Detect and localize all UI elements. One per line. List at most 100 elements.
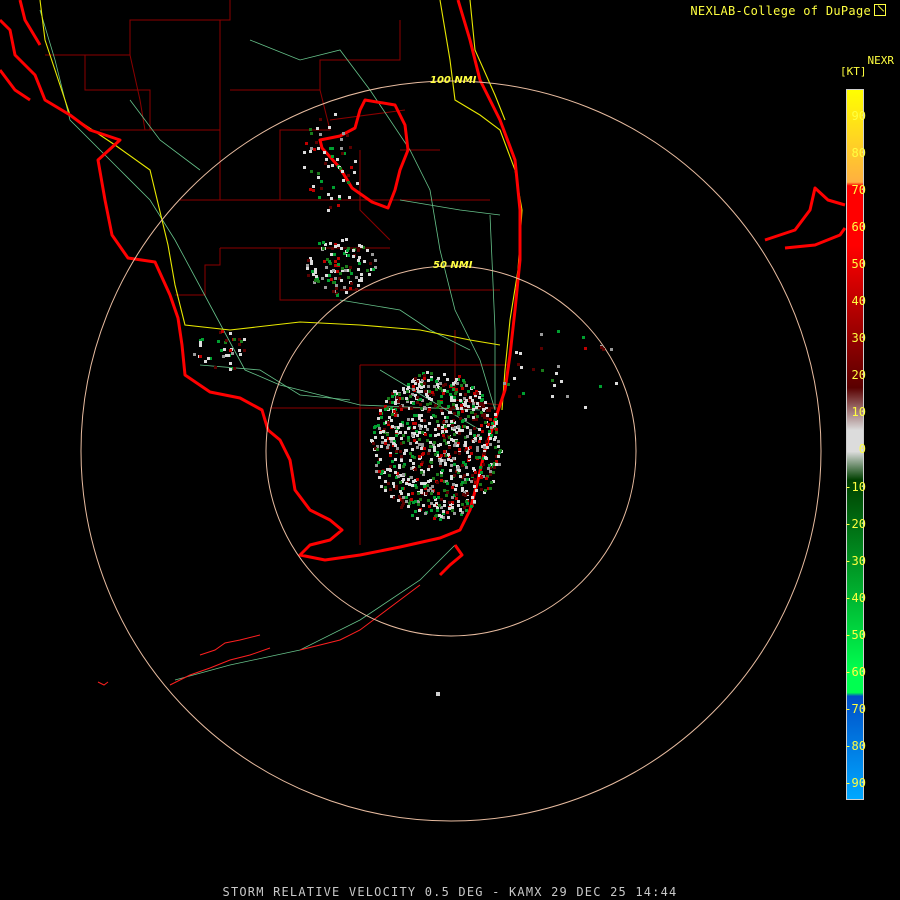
velocity-bin — [452, 403, 455, 406]
velocity-bin — [440, 479, 443, 482]
velocity-bin — [437, 401, 440, 404]
velocity-bin — [466, 451, 469, 454]
velocity-bin — [485, 457, 488, 460]
radar-map: 100 NMI 50 NMI — [0, 0, 847, 822]
velocity-bin — [423, 382, 426, 385]
velocity-bin — [400, 455, 403, 458]
velocity-bin — [444, 462, 447, 465]
velocity-bin — [475, 489, 478, 492]
velocity-bin — [447, 453, 450, 456]
velocity-bin — [358, 279, 361, 282]
velocity-bin — [450, 399, 453, 402]
velocity-bin — [311, 270, 314, 273]
velocity-bin — [413, 432, 416, 435]
velocity-bin — [393, 390, 396, 393]
legend-tick: -20 — [844, 516, 866, 531]
velocity-bin — [451, 496, 454, 499]
velocity-bin — [223, 348, 226, 351]
velocity-bin — [433, 449, 436, 452]
velocity-bin — [416, 434, 419, 437]
velocity-bin — [386, 407, 389, 410]
velocity-bin — [456, 407, 459, 410]
velocity-bin — [448, 507, 451, 510]
velocity-bin — [357, 268, 360, 271]
velocity-bin — [455, 484, 458, 487]
velocity-bin — [436, 481, 439, 484]
velocity-bin — [389, 488, 392, 491]
velocity-bin — [373, 426, 376, 429]
velocity-bin — [437, 377, 440, 380]
velocity-bin — [334, 260, 337, 263]
velocity-bin — [384, 439, 387, 442]
velocity-bin — [429, 441, 432, 444]
velocity-bin — [389, 437, 392, 440]
velocity-bin — [394, 414, 397, 417]
velocity-bin — [309, 128, 312, 131]
velocity-bin — [405, 482, 408, 485]
velocity-bin — [399, 481, 402, 484]
velocity-bin — [392, 437, 395, 440]
velocity-bin — [416, 478, 419, 481]
velocity-bin — [476, 415, 479, 418]
velocity-bin — [515, 351, 518, 354]
velocity-bin — [350, 282, 353, 285]
velocity-bin — [312, 189, 315, 192]
legend-tick: 90 — [851, 109, 866, 123]
velocity-bin — [461, 487, 464, 490]
velocity-bin — [444, 425, 447, 428]
resize-icon[interactable] — [874, 4, 886, 16]
velocity-bin — [461, 503, 464, 506]
legend-tick: 20 — [851, 368, 866, 383]
velocity-bin — [446, 482, 449, 485]
velocity-bin — [220, 349, 223, 352]
velocity-bin — [453, 463, 456, 466]
velocity-bin — [375, 470, 378, 473]
velocity-bin — [490, 434, 493, 437]
velocity-bin — [204, 360, 207, 363]
velocity-bin — [342, 179, 345, 182]
velocity-bin — [229, 349, 232, 352]
velocity-bin — [399, 450, 402, 453]
velocity-bin — [435, 388, 438, 391]
velocity-bin — [423, 374, 426, 377]
velocity-bin — [317, 280, 320, 283]
velocity-bin — [393, 410, 396, 413]
velocity-bin — [396, 447, 399, 450]
velocity-bin — [369, 262, 372, 265]
velocity-bin — [396, 396, 399, 399]
velocity-bin — [225, 354, 228, 357]
velocity-bin — [433, 517, 436, 520]
legend-tick: 0 — [858, 442, 866, 457]
velocity-bin — [424, 425, 427, 428]
velocity-bin — [467, 390, 470, 393]
velocity-bin — [493, 466, 496, 469]
velocity-bin — [240, 340, 243, 343]
velocity-bin — [488, 430, 491, 433]
velocity-bin — [433, 496, 436, 499]
velocity-bin — [452, 483, 455, 486]
velocity-bin — [418, 438, 421, 441]
velocity-bin — [426, 484, 429, 487]
range-rings — [80, 80, 822, 822]
velocity-bin — [474, 437, 477, 440]
velocity-bin — [319, 133, 322, 136]
velocity-bin — [331, 164, 334, 167]
velocity-bin — [357, 259, 360, 262]
velocity-bin — [462, 493, 465, 496]
velocity-bin — [384, 486, 387, 489]
velocity-bin — [388, 474, 391, 477]
legend-tick: 30 — [851, 331, 866, 346]
velocity-bin — [199, 355, 202, 358]
velocity-bin — [452, 457, 455, 460]
velocity-bin — [440, 454, 443, 457]
velocity-bin — [442, 510, 445, 513]
velocity-bin — [324, 162, 327, 165]
velocity-bin — [312, 273, 315, 276]
velocity-bin — [551, 395, 554, 398]
velocity-bin — [435, 380, 438, 383]
velocity-bin — [408, 502, 411, 505]
velocity-bin — [222, 355, 225, 358]
velocity-bin — [454, 451, 457, 454]
velocity-bin — [409, 442, 412, 445]
velocity-bin — [448, 446, 451, 449]
